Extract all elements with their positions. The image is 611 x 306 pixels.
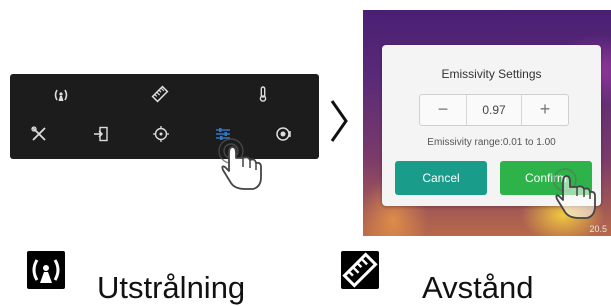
next-arrow-icon bbox=[326, 97, 352, 145]
emissivity-value[interactable]: 0.97 bbox=[466, 95, 522, 125]
tap-hand-icon bbox=[215, 137, 267, 193]
distance-icon[interactable] bbox=[151, 85, 169, 103]
tool-bar bbox=[10, 74, 319, 159]
export-icon[interactable] bbox=[92, 125, 110, 143]
dialog-title: Emissivity Settings bbox=[441, 67, 542, 81]
crosshair-icon[interactable] bbox=[152, 125, 170, 143]
palette-icon[interactable] bbox=[275, 125, 293, 143]
thermometer-icon[interactable] bbox=[254, 85, 272, 103]
tools-icon[interactable] bbox=[30, 125, 48, 143]
tap-hand-icon bbox=[549, 166, 601, 222]
emissivity-range-text: Emissivity range:0.01 to 1.00 bbox=[427, 137, 556, 148]
emissivity-label: Utstrålning bbox=[97, 270, 246, 305]
temperature-readout: 20.5 bbox=[589, 224, 607, 234]
distance-label: Avstånd bbox=[422, 270, 534, 305]
distance-icon bbox=[341, 251, 379, 289]
cancel-button[interactable]: Cancel bbox=[395, 161, 487, 195]
increment-button[interactable]: + bbox=[521, 95, 568, 125]
emissivity-icon bbox=[27, 251, 65, 289]
decrement-button[interactable]: − bbox=[420, 95, 467, 125]
emissivity-icon[interactable] bbox=[52, 86, 70, 104]
emissivity-stepper: − 0.97 + bbox=[419, 94, 569, 126]
